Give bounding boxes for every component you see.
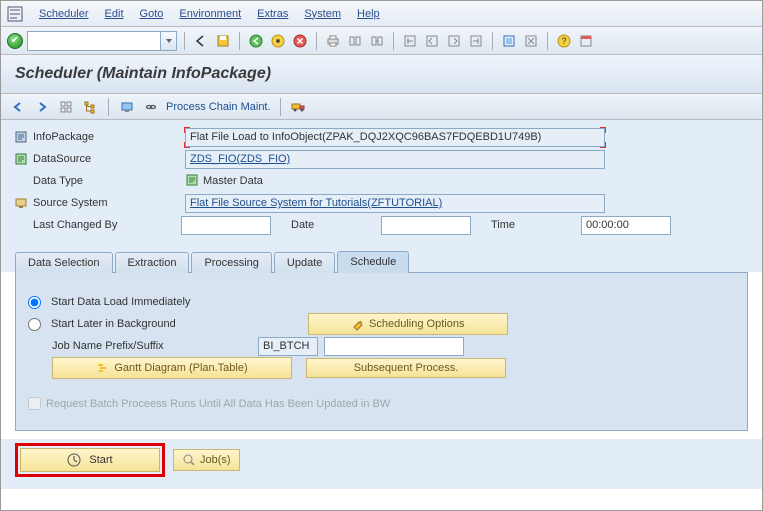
- arrow-left-icon[interactable]: [9, 98, 27, 116]
- datasource-label: DataSource: [33, 153, 185, 165]
- radio-later-label: Start Later in Background: [51, 318, 176, 330]
- separator: [280, 98, 281, 116]
- arrow-right-icon[interactable]: [33, 98, 51, 116]
- menu-environment[interactable]: Environment: [179, 8, 241, 20]
- jobs-button-label: Job(s): [200, 454, 231, 466]
- menu-edit[interactable]: Edit: [105, 8, 124, 20]
- chain-icon[interactable]: [142, 98, 160, 116]
- tab-update[interactable]: Update: [274, 252, 335, 273]
- batch-checkbox: [28, 397, 41, 410]
- sourcesystem-value[interactable]: Flat File Source System for Tutorials(ZF…: [190, 197, 442, 209]
- find-next-icon[interactable]: [368, 32, 386, 50]
- job-prefix-label: Job Name Prefix/Suffix: [52, 340, 252, 352]
- infopackage-field[interactable]: Flat File Load to InfoObject(ZPAK_DQJ2XQ…: [185, 128, 605, 147]
- main-toolbar: ✔: [1, 27, 762, 55]
- start-button[interactable]: Start: [20, 448, 160, 472]
- sourcesystem-label: Source System: [33, 197, 185, 209]
- next-page-icon[interactable]: [445, 32, 463, 50]
- date-field[interactable]: [381, 216, 471, 235]
- tab-data-selection[interactable]: Data Selection: [15, 252, 113, 273]
- datasource-value[interactable]: ZDS_FIO(ZDS_FIO): [190, 153, 290, 165]
- page-title: Scheduler (Maintain InfoPackage): [1, 55, 762, 94]
- nav-exit-icon[interactable]: [269, 32, 287, 50]
- menu-bar: Scheduler Edit Goto Environment Extras S…: [1, 1, 762, 27]
- menu-help[interactable]: Help: [357, 8, 380, 20]
- separator: [492, 32, 493, 50]
- prev-page-icon[interactable]: [423, 32, 441, 50]
- datasource-icon: [13, 152, 29, 166]
- command-field[interactable]: [27, 31, 177, 51]
- tree-icon[interactable]: [81, 98, 99, 116]
- find-icon[interactable]: [346, 32, 364, 50]
- job-suffix-field[interactable]: [324, 337, 464, 356]
- infopackage-label: InfoPackage: [33, 131, 185, 143]
- gantt-diagram-label: Gantt Diagram (Plan.Table): [114, 362, 247, 374]
- scheduling-options-label: Scheduling Options: [369, 318, 464, 330]
- tab-schedule-content: Start Data Load Immediately Start Later …: [15, 272, 748, 431]
- process-chain-maint-link[interactable]: Process Chain Maint.: [166, 101, 271, 113]
- subsequent-process-label: Subsequent Process.: [354, 362, 459, 374]
- separator: [547, 32, 548, 50]
- separator: [108, 98, 109, 116]
- sourcesystem-icon: [13, 196, 29, 210]
- print-icon[interactable]: [324, 32, 342, 50]
- separator: [184, 32, 185, 50]
- menu-system[interactable]: System: [304, 8, 341, 20]
- date-label: Date: [291, 219, 381, 231]
- command-dropdown-icon[interactable]: [160, 32, 176, 50]
- first-page-icon[interactable]: [401, 32, 419, 50]
- time-field[interactable]: 00:00:00: [581, 216, 671, 235]
- nav-back-icon[interactable]: [247, 32, 265, 50]
- gantt-diagram-button[interactable]: Gantt Diagram (Plan.Table): [52, 357, 292, 379]
- lastchanged-label: Last Changed By: [33, 219, 181, 231]
- jobs-button[interactable]: Job(s): [173, 449, 240, 471]
- nav-cancel-icon[interactable]: [291, 32, 309, 50]
- back-icon[interactable]: [192, 32, 210, 50]
- grid-icon[interactable]: [57, 98, 75, 116]
- lastchanged-field[interactable]: [181, 216, 271, 235]
- job-prefix-field[interactable]: BI_BTCH: [258, 337, 318, 356]
- bottom-bar: Start Job(s): [1, 439, 762, 489]
- monitor-icon[interactable]: [118, 98, 136, 116]
- time-label: Time: [491, 219, 581, 231]
- form-area: InfoPackage Flat File Load to InfoObject…: [1, 120, 762, 240]
- tab-schedule[interactable]: Schedule: [337, 251, 409, 273]
- save-icon[interactable]: [214, 32, 232, 50]
- truck-icon[interactable]: [290, 98, 308, 116]
- batch-checkbox-label: Request Batch Proceess Runs Until All Da…: [46, 398, 390, 410]
- separator: [239, 32, 240, 50]
- sub-toolbar: Process Chain Maint.: [1, 94, 762, 120]
- tabstrip: Data Selection Extraction Processing Upd…: [1, 240, 762, 272]
- ok-icon[interactable]: ✔: [7, 33, 23, 49]
- infopackage-icon: [13, 130, 29, 144]
- layout-icon[interactable]: [577, 32, 595, 50]
- tab-extraction[interactable]: Extraction: [115, 252, 190, 273]
- start-highlight: Start: [15, 443, 165, 477]
- menu-icon[interactable]: [7, 6, 23, 22]
- infopackage-value: Flat File Load to InfoObject(ZPAK_DQJ2XQ…: [190, 131, 541, 143]
- datatype-value: Master Data: [203, 175, 263, 187]
- datatype-label: Data Type: [33, 175, 185, 187]
- svg-text:?: ?: [561, 36, 566, 46]
- menu-goto[interactable]: Goto: [140, 8, 164, 20]
- radio-later[interactable]: [28, 318, 41, 331]
- radio-immediate-label: Start Data Load Immediately: [51, 296, 190, 308]
- help-icon[interactable]: ?: [555, 32, 573, 50]
- menu-extras[interactable]: Extras: [257, 8, 288, 20]
- scheduling-options-button[interactable]: Scheduling Options: [308, 313, 508, 335]
- separator: [393, 32, 394, 50]
- start-button-label: Start: [89, 454, 112, 466]
- separator: [316, 32, 317, 50]
- menu-scheduler[interactable]: Scheduler: [39, 8, 89, 20]
- last-page-icon[interactable]: [467, 32, 485, 50]
- radio-immediate[interactable]: [28, 296, 41, 309]
- sourcesystem-field[interactable]: Flat File Source System for Tutorials(ZF…: [185, 194, 605, 213]
- shortcut-icon[interactable]: [522, 32, 540, 50]
- tab-processing[interactable]: Processing: [191, 252, 271, 273]
- new-session-icon[interactable]: [500, 32, 518, 50]
- subsequent-process-button[interactable]: Subsequent Process.: [306, 358, 506, 378]
- masterdata-icon: [185, 173, 199, 190]
- datasource-field[interactable]: ZDS_FIO(ZDS_FIO): [185, 150, 605, 169]
